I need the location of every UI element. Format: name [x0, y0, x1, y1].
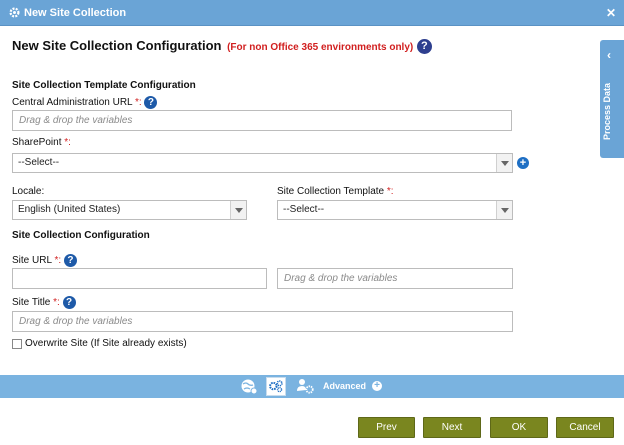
site-url-variable-input[interactable]: Drag & drop the variables: [277, 268, 513, 289]
required-marker: *:: [386, 186, 394, 197]
central-admin-label-text: Central Administration URL: [12, 97, 133, 109]
chevron-left-icon[interactable]: ‹: [607, 48, 611, 62]
required-marker: *:: [54, 255, 62, 267]
chevron-down-icon[interactable]: [496, 154, 512, 172]
help-icon[interactable]: ?: [416, 39, 432, 55]
overwrite-site-checkbox[interactable]: [12, 339, 22, 349]
locale-label: Locale:: [12, 186, 45, 197]
site-url-input[interactable]: [12, 268, 267, 289]
prev-button[interactable]: Prev: [358, 417, 415, 438]
sharepoint-select[interactable]: --Select--: [12, 153, 513, 173]
template-label-text: Site Collection Template: [277, 186, 385, 197]
cancel-button[interactable]: Cancel: [556, 417, 614, 438]
globe-settings-icon[interactable]: [239, 377, 259, 396]
sharepoint-select-value: --Select--: [18, 157, 60, 168]
gears-icon[interactable]: [266, 377, 286, 396]
site-url-label-text: Site URL: [12, 255, 52, 267]
help-icon[interactable]: ?: [144, 96, 158, 109]
add-sharepoint-button[interactable]: +: [517, 157, 529, 169]
site-url-label: Site URL *: ?: [12, 254, 77, 267]
central-admin-url-input[interactable]: Drag & drop the variables: [12, 110, 512, 131]
template-select-value: --Select--: [283, 204, 325, 215]
close-icon[interactable]: ✕: [606, 6, 616, 20]
sharepoint-label: SharePoint *:: [12, 137, 71, 148]
sharepoint-label-text: SharePoint: [12, 137, 62, 148]
site-title-label-text: Site Title: [12, 297, 51, 309]
site-title-label: Site Title *: ?: [12, 296, 76, 309]
help-icon[interactable]: ?: [63, 254, 77, 267]
help-icon[interactable]: ?: [62, 296, 76, 309]
window-titlebar: New Site Collection ✕: [0, 0, 624, 26]
process-data-label: Process Data: [602, 82, 612, 140]
chevron-down-icon[interactable]: [230, 201, 246, 219]
page-title-text: New Site Collection Configuration: [12, 38, 222, 53]
page-title: New Site Collection Configuration (For n…: [12, 38, 432, 55]
environment-note: (For non Office 365 environments only): [227, 42, 414, 53]
advanced-expand-icon[interactable]: +: [372, 381, 382, 391]
required-marker: *:: [53, 297, 60, 309]
section-site-config: Site Collection Configuration: [12, 230, 150, 241]
locale-select[interactable]: English (United States): [12, 200, 247, 220]
bottom-toolbar: Advanced +: [0, 375, 624, 398]
site-collection-template-select[interactable]: --Select--: [277, 200, 513, 220]
required-marker: *:: [135, 97, 142, 109]
chevron-down-icon[interactable]: [496, 201, 512, 219]
process-data-tab[interactable]: ‹ Process Data: [600, 40, 624, 158]
users-settings-icon[interactable]: [295, 377, 315, 396]
window-title: New Site Collection: [24, 7, 127, 19]
gear-icon: [9, 7, 20, 18]
ok-button[interactable]: OK: [490, 417, 548, 438]
locale-select-value: English (United States): [18, 204, 121, 215]
template-label: Site Collection Template *:: [277, 186, 394, 197]
next-button[interactable]: Next: [423, 417, 481, 438]
site-title-input[interactable]: Drag & drop the variables: [12, 311, 513, 332]
required-marker: *:: [64, 137, 71, 148]
advanced-label[interactable]: Advanced: [323, 381, 366, 391]
overwrite-site-label: Overwrite Site (If Site already exists): [25, 338, 187, 349]
section-template-config: Site Collection Template Configuration: [12, 80, 196, 91]
central-admin-label: Central Administration URL *: ?: [12, 96, 158, 109]
